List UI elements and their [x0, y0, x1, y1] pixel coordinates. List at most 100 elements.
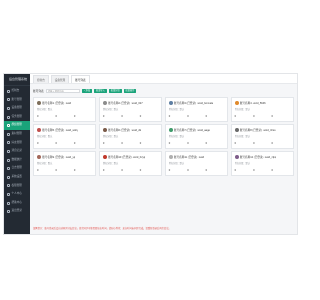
account-card[interactable]: 账号名称4 ·wxid_5646 所在分组：默认 0 0 0 — [230, 97, 294, 122]
stat-item: 0 — [103, 142, 121, 145]
sidebar-item-devices[interactable]: 设备管理 — [4, 104, 30, 113]
card-header: 账号名称6 (已登录) ·wxid_dk — [102, 128, 159, 133]
add-button[interactable]: + 添加 — [81, 88, 93, 94]
card-stats: 0 0 0 — [235, 142, 290, 145]
log-icon — [7, 167, 10, 171]
lock-icon — [7, 184, 10, 188]
account-group: 所在分组：默认 — [102, 163, 119, 165]
account-card[interactable]: 账号名称8 (已登录) ·wxid_3zso 所在分组：默认 0 0 0 — [230, 124, 294, 149]
account-card[interactable]: 账号名称12 (已登录) ·wxid_zlpq 所在分组：默认 0 0 0 — [230, 151, 294, 176]
notice-text: 温馨提示：账号登录后会自动同步好友信息，首次同步可能需要较长时间，请耐心等待；如… — [33, 228, 171, 230]
card-stats: 0 0 0 — [169, 142, 224, 145]
sidebar-item-messages[interactable]: 消息记录 — [4, 147, 30, 156]
card-stats: 0 0 0 — [37, 142, 92, 145]
sidebar-item-settings[interactable]: 系统设置 — [4, 173, 30, 182]
stat-item: 0 — [169, 115, 187, 118]
sidebar-item-logs[interactable]: 日志管理 — [4, 164, 30, 173]
task-icon — [7, 115, 10, 119]
sidebar-item-label: 任务管理 — [11, 114, 22, 118]
sidebar-item-tasks[interactable]: 任务管理 — [4, 113, 30, 122]
batch-button[interactable]: 批量操作 — [123, 88, 137, 94]
stat-item: 0 — [74, 115, 92, 118]
import-button[interactable]: 批量导入 — [94, 88, 107, 94]
account-name: 账号名称6 (已登录) ·wxid_dk — [108, 129, 142, 132]
sidebar-item-dashboard[interactable]: 控制台 — [4, 87, 30, 96]
account-group: 所在分组：默认 — [37, 109, 53, 111]
sidebar-item-label: 系统设置 — [11, 174, 22, 178]
account-group: 所在分组：默认 — [168, 163, 185, 165]
sidebar-item-label: 账号管理 — [11, 97, 22, 101]
card-header: 账号名称9 (已登录) ·wxid_yq — [37, 155, 93, 160]
stat-value: 0 — [73, 114, 76, 118]
sidebar-item-permissions[interactable]: 权限管理 — [4, 182, 30, 191]
card-header: 账号名称10 (已登录) ·wxid_hzyq — [102, 155, 159, 160]
sidebar-item-label: 数据统计 — [11, 157, 22, 161]
account-card[interactable]: 账号名称5 (已登录) ·wxid_wshy 所在分组：默认 0 0 0 — [33, 124, 97, 149]
card-stats: 0 0 0 — [103, 169, 158, 172]
sidebar-item-profile[interactable]: 个人中心 — [4, 190, 30, 199]
tab-dashboard[interactable]: 控制台 — [33, 75, 49, 83]
account-group: 所在分组：默认 — [102, 109, 119, 111]
sidebar-item-label: 日志管理 — [11, 166, 22, 170]
account-group: 所在分组：默认 — [37, 136, 53, 138]
card-header: 账号名称8 (已登录) ·wxid_3zso — [234, 128, 291, 133]
sidebar-item-label: 设备管理 — [11, 106, 22, 110]
avatar — [102, 155, 107, 159]
card-stats: 0 0 0 — [169, 169, 224, 172]
avatar — [168, 128, 173, 132]
sidebar-item-groups[interactable]: 群组管理 — [4, 121, 30, 130]
account-card[interactable]: 账号名称6 (已登录) ·wxid_dk 所在分组：默认 0 0 0 — [98, 124, 163, 149]
avatar — [37, 155, 41, 159]
stat-value: 0 — [37, 114, 39, 118]
sidebar-item-help[interactable]: 帮助中心 — [4, 199, 30, 208]
sidebar-item-accounts[interactable]: 账号管理 — [4, 96, 30, 105]
card-header: 账号名称5 (已登录) ·wxid_wshy — [37, 128, 93, 133]
stat-item: 0 — [140, 169, 158, 172]
sidebar-item-label: 素材管理 — [11, 131, 22, 135]
tab-accounts[interactable]: 账号列表 — [71, 75, 90, 83]
account-card[interactable]: 账号名称9 (已登录) ·wxid_yq 所在分组：默认 0 0 0 — [33, 151, 97, 176]
account-name: 账号名称3 (已登录) ·wxid_bonvale — [173, 102, 214, 105]
stat-item: 0 — [272, 115, 290, 118]
account-card[interactable]: 账号名称1 (已登录) ·wxid 所在分组：默认 0 0 0 — [33, 97, 97, 122]
account-group: 所在分组：默认 — [168, 109, 185, 111]
stat-value: 0 — [205, 141, 208, 145]
account-grid: 账号名称1 (已登录) ·wxid 所在分组：默认 0 0 0 账号名称2 (已登录) ·… — [33, 97, 294, 176]
account-card[interactable]: 账号名称2 (已登录) ·wxid_027 所在分组：默认 0 0 0 — [98, 97, 163, 122]
app-window: 后台管理系统 控制台 账号管理 设备管理 任务管理 群组管理 素材管理 好友管理… — [3, 73, 298, 235]
account-name: 账号名称11 (已登录) ·wxid — [173, 156, 205, 159]
stat-value: 0 — [55, 114, 57, 118]
sidebar-item-materials[interactable]: 素材管理 — [4, 130, 30, 139]
account-name: 账号名称4 ·wxid_5646 — [239, 102, 266, 105]
account-name: 账号名称10 (已登录) ·wxid_hzyq — [108, 156, 146, 159]
group-button[interactable]: 批量分组 — [108, 88, 122, 94]
stat-item: 0 — [140, 115, 158, 118]
stat-value: 0 — [139, 114, 142, 118]
tab-devices[interactable]: 设备管理 — [50, 75, 70, 83]
avatar — [234, 101, 239, 105]
stat-item: 0 — [235, 142, 253, 145]
stat-value: 0 — [205, 168, 208, 172]
stat-value: 0 — [55, 168, 57, 172]
sidebar-item-stats[interactable]: 数据统计 — [4, 156, 30, 165]
sidebar-item-friends[interactable]: 好友管理 — [4, 139, 30, 148]
account-group: 所在分组：默认 — [234, 136, 250, 138]
toolbar-label: 账号列表 — [33, 90, 44, 93]
avatar — [168, 155, 173, 159]
card-stats: 0 0 0 — [169, 115, 224, 118]
app-title: 后台管理系统 — [4, 74, 30, 86]
stat-value: 0 — [187, 141, 189, 145]
stat-value: 0 — [121, 114, 123, 118]
account-name: 账号名称5 (已登录) ·wxid_wshy — [42, 129, 79, 132]
search-input[interactable]: 请输入搜索内容 — [45, 88, 80, 94]
sidebar-menu: 控制台 账号管理 设备管理 任务管理 群组管理 素材管理 好友管理 消息记录 数… — [4, 86, 30, 216]
stat-item: 0 — [37, 115, 55, 118]
sidebar-item-logout[interactable]: 退出登录 — [4, 207, 30, 216]
account-card[interactable]: 账号名称11 (已登录) ·wxid 所在分组：默认 0 0 0 — [164, 151, 229, 176]
account-card[interactable]: 账号名称7 (已登录) ·wxid_aage 所在分组：默认 0 0 0 — [164, 124, 229, 149]
stat-item: 0 — [235, 115, 253, 118]
account-card[interactable]: 账号名称10 (已登录) ·wxid_hzyq 所在分组：默认 0 0 0 — [98, 151, 163, 176]
stat-value: 0 — [168, 114, 171, 118]
account-card[interactable]: 账号名称3 (已登录) ·wxid_bonvale 所在分组：默认 0 0 0 — [164, 97, 229, 122]
stat-item: 0 — [121, 142, 139, 145]
